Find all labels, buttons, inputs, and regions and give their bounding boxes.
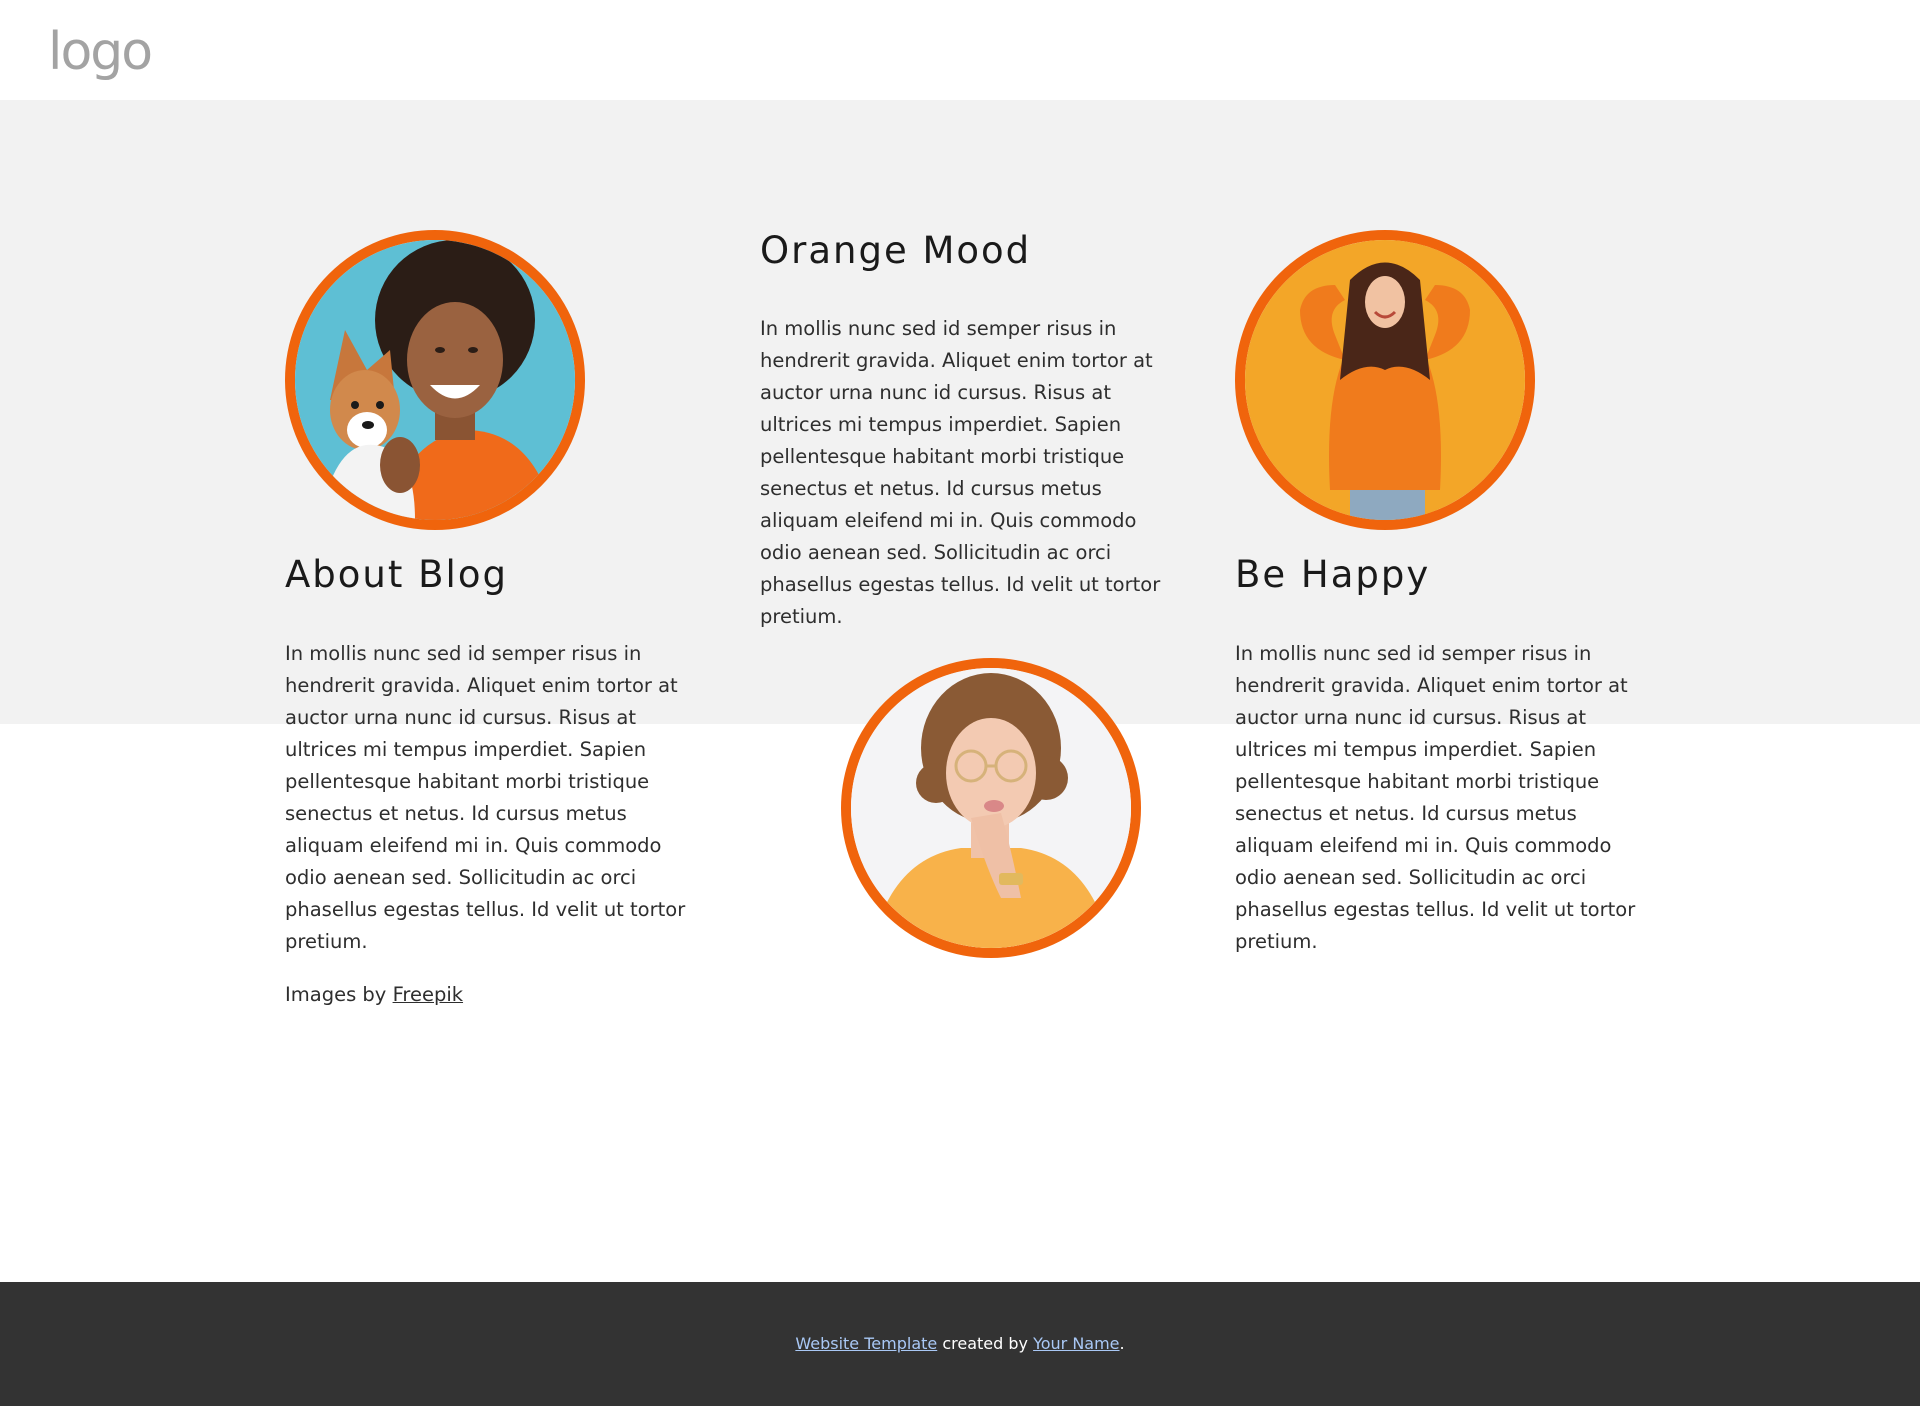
section-heading-about: About Blog xyxy=(285,553,508,596)
footer-period: . xyxy=(1119,1334,1125,1353)
website-template-link[interactable]: Website Template xyxy=(795,1334,937,1353)
freepik-link[interactable]: Freepik xyxy=(393,983,463,1006)
site-footer: Website Template created by Your Name. xyxy=(0,1282,1920,1406)
site-logo[interactable]: logo xyxy=(48,26,153,78)
section-heading-orange: Orange Mood xyxy=(760,229,1032,272)
site-header: logo xyxy=(0,0,1920,100)
section-text-orange: In mollis nunc sed id semper risus in he… xyxy=(760,317,1161,628)
woman-with-dog-photo xyxy=(285,230,585,530)
section-text-about: In mollis nunc sed id semper risus in he… xyxy=(285,642,686,953)
woman-orange-sweater-photo xyxy=(1235,230,1535,530)
section-heading-happy: Be Happy xyxy=(1235,553,1431,596)
footer-created-by-text: created by xyxy=(942,1334,1028,1353)
your-name-link[interactable]: Your Name xyxy=(1033,1334,1119,1353)
woman-with-glasses-photo xyxy=(841,658,1141,958)
image-credit: Images by Freepik xyxy=(285,983,463,1006)
footer-credit: Website Template created by Your Name. xyxy=(0,1334,1920,1353)
credit-prefix: Images by xyxy=(285,983,387,1006)
section-text-happy: In mollis nunc sed id semper risus in he… xyxy=(1235,642,1636,953)
